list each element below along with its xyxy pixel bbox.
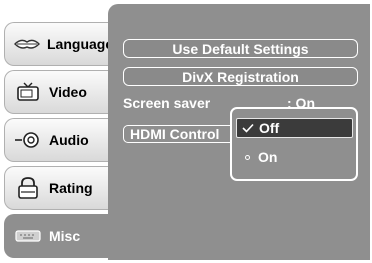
tab-label: Language bbox=[47, 36, 114, 52]
hdmi-control-item[interactable]: HDMI Control bbox=[123, 125, 243, 143]
use-default-settings-button[interactable]: Use Default Settings bbox=[123, 39, 358, 58]
button-label: Use Default Settings bbox=[172, 40, 309, 57]
radio-dot-icon bbox=[236, 154, 258, 160]
option-off[interactable]: Off bbox=[236, 118, 353, 138]
speaker-icon bbox=[13, 129, 43, 151]
keyboard-icon bbox=[13, 225, 43, 247]
button-label: DivX Registration bbox=[182, 68, 299, 85]
checkmark-icon bbox=[237, 123, 259, 133]
lock-icon bbox=[13, 177, 43, 199]
tab-video[interactable]: Video bbox=[4, 70, 108, 114]
hdmi-control-label: HDMI Control bbox=[130, 126, 220, 142]
tab-label: Rating bbox=[49, 180, 93, 196]
tab-misc[interactable]: Misc bbox=[4, 214, 110, 258]
tab-rating[interactable]: Rating bbox=[4, 166, 108, 210]
option-label: On bbox=[258, 149, 278, 165]
tab-label: Misc bbox=[49, 228, 81, 244]
option-label: Off bbox=[259, 120, 280, 136]
tab-label: Audio bbox=[49, 132, 89, 148]
screen-saver-label[interactable]: Screen saver bbox=[123, 95, 210, 111]
tab-audio[interactable]: Audio bbox=[4, 118, 108, 162]
tv-icon bbox=[13, 81, 43, 103]
lips-icon bbox=[13, 33, 41, 55]
tab-language[interactable]: Language bbox=[4, 22, 113, 66]
tab-label: Video bbox=[49, 84, 87, 100]
divx-registration-button[interactable]: DivX Registration bbox=[123, 67, 358, 86]
option-on[interactable]: On bbox=[236, 147, 353, 167]
setup-menu: Language Video Audio Rating Misc Use Def… bbox=[0, 0, 372, 263]
